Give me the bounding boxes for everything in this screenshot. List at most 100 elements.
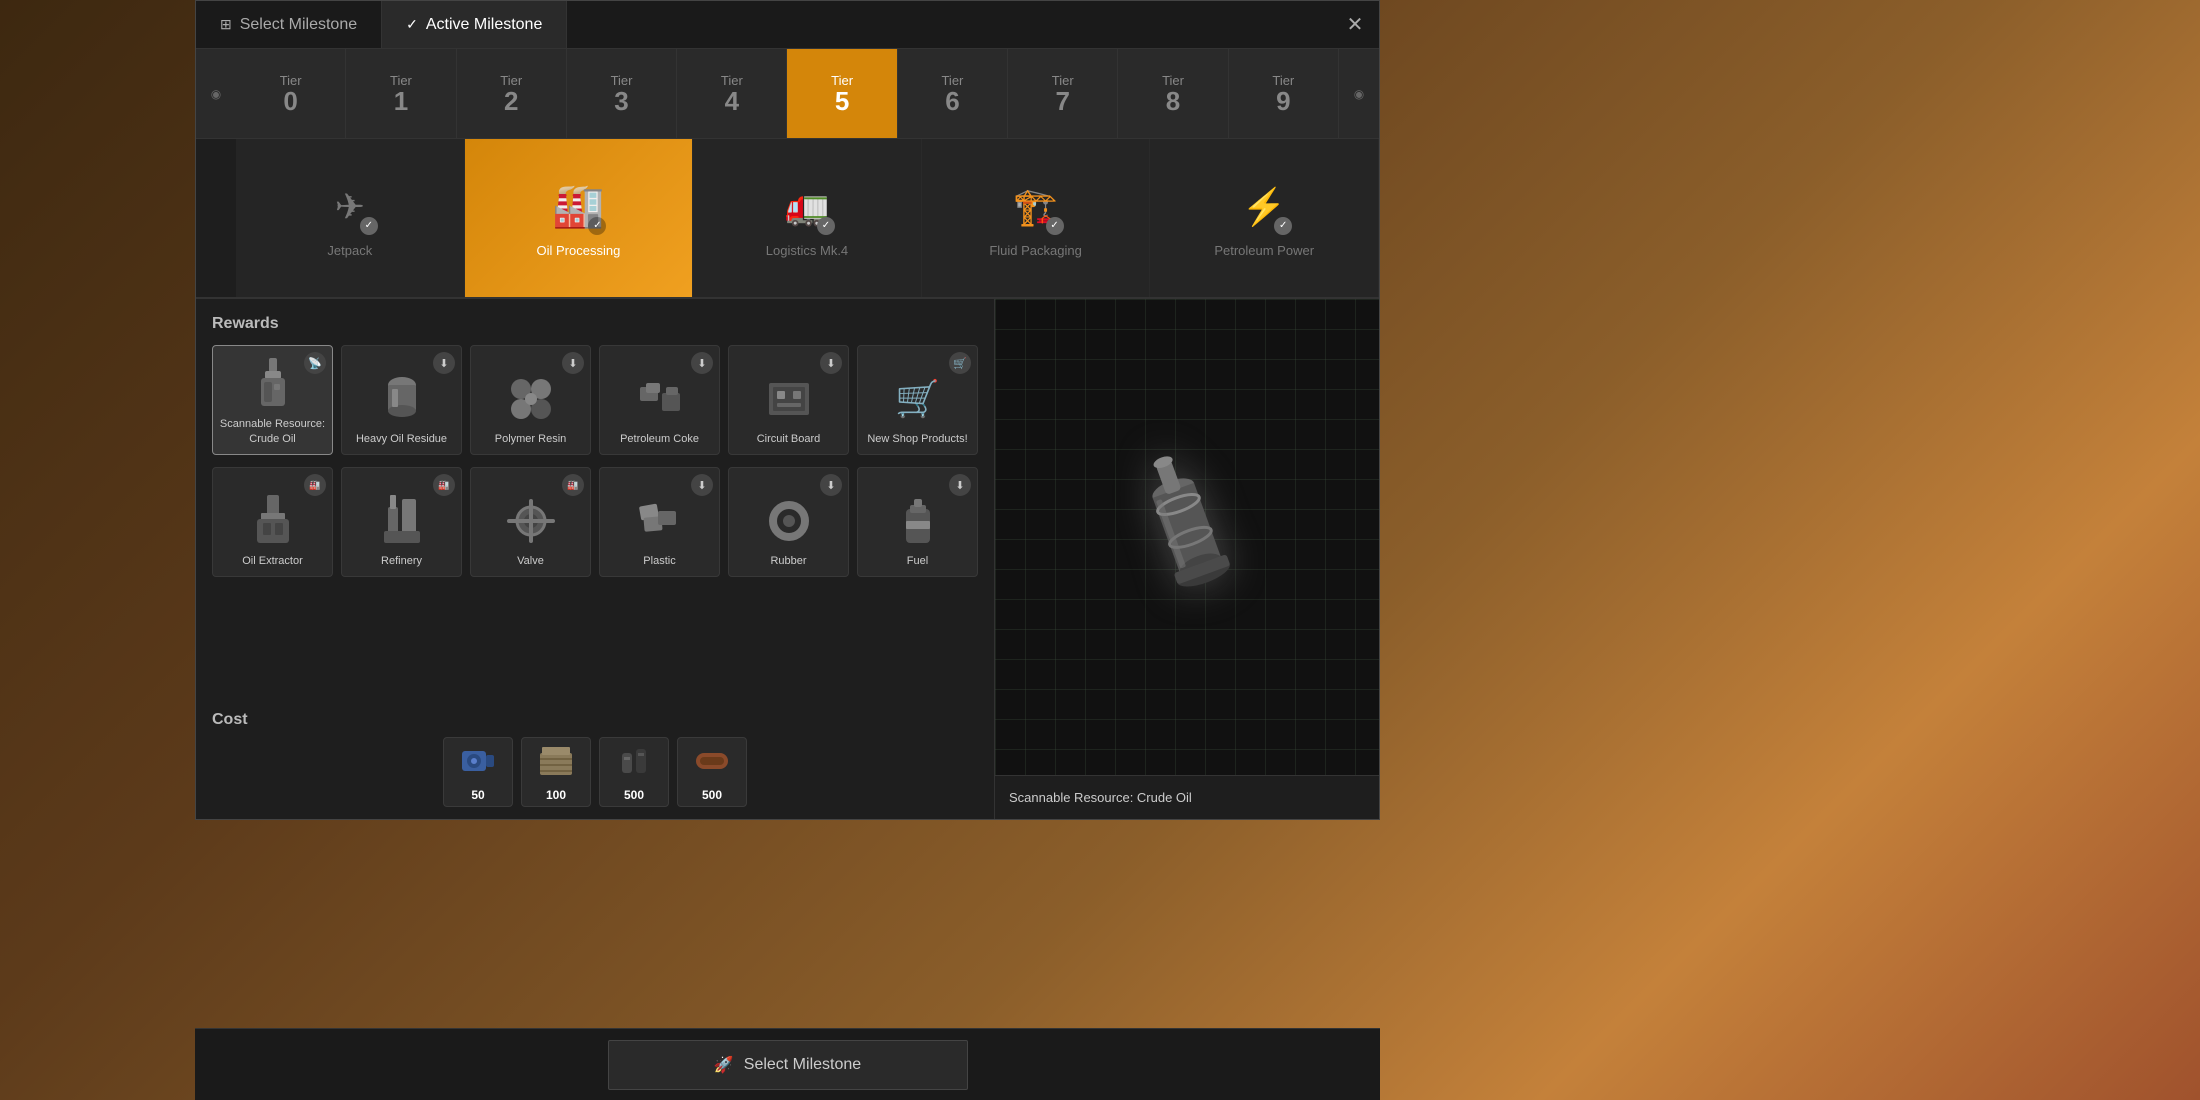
reward-polymer-resin[interactable]: ⬇ Polymer Resin bbox=[470, 345, 591, 455]
oil-processing-check: ✓ bbox=[588, 217, 606, 235]
tier-5[interactable]: Tier 5 bbox=[787, 49, 897, 138]
refinery-badge: 🏭 bbox=[433, 474, 455, 496]
rewards-row2: 🏭 Oil Extractor 🏭 Refinery bbox=[212, 467, 978, 577]
tier-0[interactable]: Tier 0 bbox=[236, 49, 346, 138]
check-icon: ✓ bbox=[406, 16, 418, 33]
crude-oil-icon bbox=[246, 357, 300, 411]
tier-3[interactable]: Tier 3 bbox=[567, 49, 677, 138]
preview-3d-model bbox=[1087, 428, 1287, 647]
tier-bar: ◉ Tier 0 Tier 1 Tier 2 Tier 3 Tier 4 Tie… bbox=[196, 49, 1379, 139]
circuit-board-icon bbox=[762, 372, 816, 426]
logistics-label: Logistics Mk.4 bbox=[766, 243, 848, 260]
new-shop-icon: 🛒 bbox=[891, 372, 945, 426]
milestone-jetpack[interactable]: ✈ ✓ Jetpack bbox=[236, 139, 465, 297]
crude-oil-badge: 📡 bbox=[304, 352, 326, 374]
cost-pipes[interactable]: 500 bbox=[677, 737, 747, 807]
milestone-row: ✈ ✓ Jetpack 🏭 ✓ Oil Processing 🚛 ✓ Logis… bbox=[196, 139, 1379, 299]
preview-name-text: Scannable Resource: Crude Oil bbox=[1009, 790, 1192, 805]
preview-item-name: Scannable Resource: Crude Oil bbox=[995, 775, 1379, 819]
fuel-badge: ⬇ bbox=[949, 474, 971, 496]
refinery-icon bbox=[375, 494, 429, 548]
reward-rubber[interactable]: ⬇ Rubber bbox=[728, 467, 849, 577]
reward-crude-oil[interactable]: 📡 Scannable Resource: Crude Oil bbox=[212, 345, 333, 455]
cost-title: Cost bbox=[212, 711, 248, 728]
close-button[interactable]: ✕ bbox=[1331, 1, 1379, 48]
petroleum-power-label: Petroleum Power bbox=[1214, 243, 1314, 260]
reward-petroleum-coke[interactable]: ⬇ Petroleum Coke bbox=[599, 345, 720, 455]
heavy-oil-badge: ⬇ bbox=[433, 352, 455, 374]
tier-8[interactable]: Tier 8 bbox=[1118, 49, 1228, 138]
main-dialog: ⊞ Select Milestone ✓ Active Milestone ✕ … bbox=[195, 0, 1380, 820]
plastic-badge: ⬇ bbox=[691, 474, 713, 496]
rubber-name: Rubber bbox=[770, 554, 806, 568]
reward-refinery[interactable]: 🏭 Refinery bbox=[341, 467, 462, 577]
fluid-packaging-check: ✓ bbox=[1046, 217, 1064, 235]
tier-scroll-left[interactable]: ◉ bbox=[196, 49, 236, 138]
reward-heavy-oil[interactable]: ⬇ Heavy Oil Residue bbox=[341, 345, 462, 455]
preview-panel: Scannable Resource: Crude Oil bbox=[994, 299, 1379, 819]
tab-select-milestone[interactable]: ⊞ Select Milestone bbox=[196, 1, 382, 48]
tier-4[interactable]: Tier 4 bbox=[677, 49, 787, 138]
rewards-panel: Rewards 📡 Scannable Resource: Crude Oil … bbox=[196, 299, 994, 703]
valve-badge: 🏭 bbox=[562, 474, 584, 496]
active-milestone-tab-label: Active Milestone bbox=[426, 16, 543, 34]
petroleum-coke-icon bbox=[633, 372, 687, 426]
pipes-amount: 500 bbox=[702, 788, 722, 802]
heavy-oil-name: Heavy Oil Residue bbox=[356, 432, 447, 446]
reward-new-shop[interactable]: 🛒 🛒 New Shop Products! bbox=[857, 345, 978, 455]
reward-circuit-board[interactable]: ⬇ Circuit Board bbox=[728, 345, 849, 455]
tier-1[interactable]: Tier 1 bbox=[346, 49, 456, 138]
cables-amount: 500 bbox=[624, 788, 644, 802]
cost-cables[interactable]: 500 bbox=[599, 737, 669, 807]
refinery-name: Refinery bbox=[381, 554, 422, 568]
reward-valve[interactable]: 🏭 Valve bbox=[470, 467, 591, 577]
main-content-area: Rewards 📡 Scannable Resource: Crude Oil … bbox=[196, 299, 1379, 819]
concrete-icon bbox=[538, 743, 574, 786]
logistics-check: ✓ bbox=[817, 217, 835, 235]
reward-oil-extractor[interactable]: 🏭 Oil Extractor bbox=[212, 467, 333, 577]
polymer-resin-icon bbox=[504, 372, 558, 426]
oil-extractor-name: Oil Extractor bbox=[242, 554, 303, 568]
tier-6[interactable]: Tier 6 bbox=[898, 49, 1008, 138]
tier-2[interactable]: Tier 2 bbox=[457, 49, 567, 138]
reward-fuel[interactable]: ⬇ Fuel bbox=[857, 467, 978, 577]
rubber-badge: ⬇ bbox=[820, 474, 842, 496]
plastic-icon bbox=[633, 494, 687, 548]
oil-extractor-icon bbox=[246, 494, 300, 548]
new-shop-name: New Shop Products! bbox=[867, 432, 967, 446]
logistics-icon: 🚛 ✓ bbox=[777, 177, 837, 237]
petroleum-power-icon: ⚡ ✓ bbox=[1234, 177, 1294, 237]
petroleum-coke-name: Petroleum Coke bbox=[620, 432, 699, 446]
cost-motors[interactable]: 50 bbox=[443, 737, 513, 807]
tier-9[interactable]: Tier 9 bbox=[1229, 49, 1339, 138]
polymer-resin-name: Polymer Resin bbox=[495, 432, 567, 446]
milestone-fluid-packaging[interactable]: 🏗️ ✓ Fluid Packaging bbox=[922, 139, 1151, 297]
fuel-name: Fuel bbox=[907, 554, 928, 568]
milestone-spacer-left bbox=[196, 139, 236, 297]
select-milestone-button[interactable]: 🚀 Select Milestone bbox=[608, 1040, 968, 1090]
grid-icon: ⊞ bbox=[220, 16, 232, 33]
reward-plastic[interactable]: ⬇ Plastic bbox=[599, 467, 720, 577]
fluid-packaging-icon: 🏗️ ✓ bbox=[1006, 177, 1066, 237]
crude-oil-name: Scannable Resource: Crude Oil bbox=[217, 417, 328, 446]
cables-icon bbox=[616, 743, 652, 786]
pipes-icon bbox=[694, 743, 730, 786]
plastic-name: Plastic bbox=[643, 554, 675, 568]
preview-3d-area bbox=[995, 299, 1379, 775]
rewards-title: Rewards bbox=[212, 315, 978, 333]
cost-section: Cost 50 100 bbox=[196, 703, 994, 819]
rubber-icon bbox=[762, 494, 816, 548]
valve-icon bbox=[504, 494, 558, 548]
tab-active-milestone[interactable]: ✓ Active Milestone bbox=[382, 1, 567, 48]
milestone-petroleum-power[interactable]: ⚡ ✓ Petroleum Power bbox=[1150, 139, 1379, 297]
heavy-oil-icon bbox=[375, 372, 429, 426]
motors-icon bbox=[460, 743, 496, 786]
rewards-row1: 📡 Scannable Resource: Crude Oil ⬇ Heavy … bbox=[212, 345, 978, 455]
tier-scroll-right[interactable]: ◉ bbox=[1339, 49, 1379, 138]
cost-concrete[interactable]: 100 bbox=[521, 737, 591, 807]
milestone-logistics-mk4[interactable]: 🚛 ✓ Logistics Mk.4 bbox=[693, 139, 922, 297]
fuel-icon bbox=[891, 494, 945, 548]
rocket-icon: 🚀 bbox=[714, 1055, 734, 1075]
milestone-oil-processing[interactable]: 🏭 ✓ Oil Processing bbox=[465, 139, 694, 297]
tier-7[interactable]: Tier 7 bbox=[1008, 49, 1118, 138]
